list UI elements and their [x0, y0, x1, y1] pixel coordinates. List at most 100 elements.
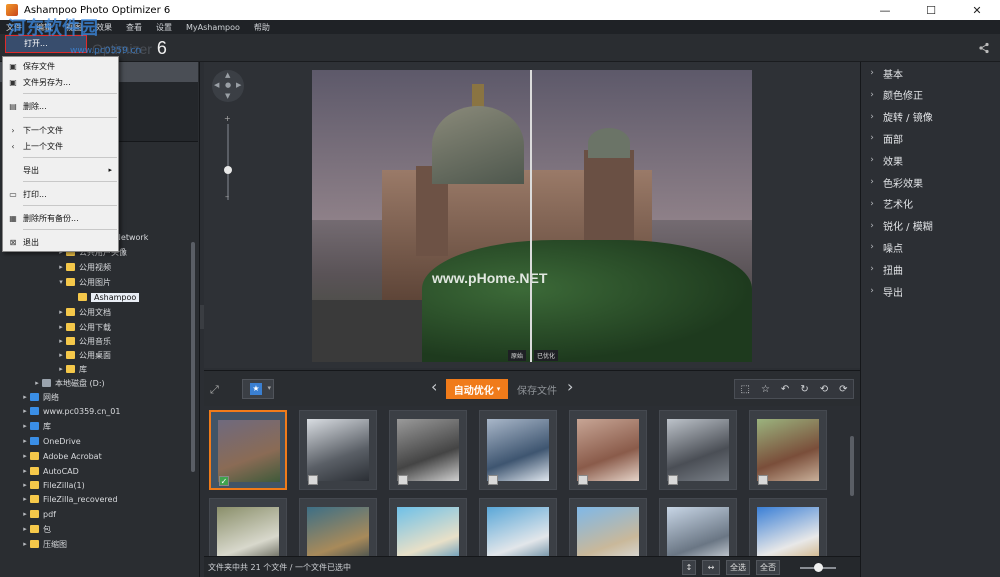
next-image-button[interactable]: › — [567, 377, 573, 396]
open-file-item[interactable]: 打开... — [24, 38, 48, 49]
pan-left-icon[interactable]: ◀ — [214, 81, 219, 89]
rotate-left-icon[interactable]: ⟲ — [820, 384, 828, 395]
menu-myashampoo[interactable]: MyAshampoo — [186, 23, 240, 32]
previous-image-button[interactable]: ‹ — [431, 377, 437, 396]
expand-arrow-icon[interactable]: ▸ — [56, 351, 66, 359]
compare-split-handle[interactable] — [530, 70, 532, 362]
pan-down-icon[interactable]: ▼ — [225, 92, 230, 100]
thumbnail[interactable] — [389, 410, 467, 490]
zoom-out-icon[interactable]: – — [225, 192, 229, 201]
pan-center-icon[interactable]: ● — [225, 81, 231, 89]
adjustment-section[interactable]: › 颜色修正 — [861, 87, 1000, 103]
tree-item[interactable]: ▸ OneDrive — [20, 434, 80, 448]
tree-item[interactable]: ▸ 公用音乐 — [56, 334, 111, 348]
pan-control[interactable]: ▲ ▼ ◀ ▶ ● — [212, 70, 244, 102]
thumbnail[interactable] — [569, 410, 647, 490]
minimize-button[interactable]: — — [862, 0, 908, 20]
expand-arrow-icon[interactable]: ▾ — [56, 278, 66, 286]
tree-item[interactable]: ▸ FileZilla(1) — [20, 478, 85, 492]
thumbnail[interactable] — [749, 498, 827, 556]
thumbnail[interactable] — [659, 498, 737, 556]
expand-arrow-icon[interactable]: ▸ — [56, 323, 66, 331]
select-all-button[interactable]: 全选 — [726, 560, 750, 575]
thumbnail-checkbox[interactable] — [398, 475, 408, 485]
file-menu-item[interactable]: ▭ 打印... — [3, 187, 118, 201]
pan-up-icon[interactable]: ▲ — [225, 71, 230, 79]
adjustment-section[interactable]: › 面部 — [861, 130, 1000, 146]
menu-settings[interactable]: 设置 — [156, 22, 172, 33]
adjustment-section[interactable]: › 旋转 / 镜像 — [861, 109, 1000, 125]
file-menu-item[interactable]: › 下一个文件 — [3, 123, 118, 137]
expand-arrow-icon[interactable]: ▸ — [56, 365, 66, 373]
tree-item[interactable]: ▸ 公用文档 — [56, 305, 111, 319]
select-none-button[interactable]: 全否 — [756, 560, 780, 575]
menu-effects[interactable]: 效果 — [96, 22, 112, 33]
tree-item[interactable]: ▸ 公用桌面 — [56, 348, 111, 362]
expand-arrow-icon[interactable]: ▸ — [56, 263, 66, 271]
zoom-in-icon[interactable]: + — [224, 114, 231, 123]
thumbnail[interactable] — [209, 498, 287, 556]
expand-arrow-icon[interactable]: ▸ — [20, 510, 30, 518]
tree-item[interactable]: Ashampoo — [68, 290, 140, 304]
adjustment-section[interactable]: › 基本 — [861, 65, 1000, 81]
crop-icon[interactable]: ⬚ — [741, 384, 750, 395]
pan-right-icon[interactable]: ▶ — [236, 81, 241, 89]
thumbnail[interactable] — [299, 498, 377, 556]
adjustment-section[interactable]: › 效果 — [861, 152, 1000, 168]
tree-item[interactable]: ▸ 本地磁盘 (D:) — [32, 376, 104, 390]
rate-star-icon[interactable]: ☆ — [761, 384, 770, 395]
expand-arrow-icon[interactable]: ▸ — [20, 495, 30, 503]
maximize-button[interactable]: ☐ — [908, 0, 954, 20]
redo-icon[interactable]: ↻ — [800, 384, 808, 395]
expand-arrow-icon[interactable]: ▸ — [20, 467, 30, 475]
expand-arrow-icon[interactable]: ▸ — [56, 308, 66, 316]
adjustment-section[interactable]: › 噪点 — [861, 239, 1000, 255]
thumbnail[interactable] — [479, 410, 557, 490]
auto-optimize-button[interactable]: 自动优化 ▾ — [446, 379, 508, 399]
sort-icon[interactable]: ↕ — [682, 560, 696, 575]
menu-help[interactable]: 帮助 — [254, 22, 270, 33]
file-menu-item[interactable]: ▣ 文件另存为... — [3, 75, 118, 89]
thumbnail-checkbox[interactable]: ✓ — [219, 476, 229, 486]
thumbnail[interactable] — [659, 410, 737, 490]
tree-item[interactable]: ▸ FileZilla_recovered — [20, 492, 117, 506]
adjustment-section[interactable]: › 艺术化 — [861, 196, 1000, 212]
file-menu-item[interactable]: ▦ 删除所有备份... — [3, 211, 118, 225]
rating-filter-button[interactable]: ★ ▾ — [242, 379, 274, 399]
zoom-slider-knob[interactable] — [224, 166, 232, 174]
thumbnail-checkbox[interactable] — [578, 475, 588, 485]
tree-item[interactable]: ▸ 网络 — [20, 390, 59, 404]
expand-arrow-icon[interactable]: ▸ — [32, 379, 42, 387]
thumbnail[interactable] — [749, 410, 827, 490]
expand-arrow-icon[interactable]: ▸ — [20, 437, 30, 445]
rotate-right-icon[interactable]: ⟳ — [839, 384, 847, 395]
tree-item[interactable]: ▸ AutoCAD — [20, 464, 79, 478]
share-icon[interactable] — [978, 42, 990, 54]
zoom-slider[interactable] — [227, 124, 229, 200]
tree-item[interactable]: ▾ 公用图片 — [56, 275, 111, 289]
close-button[interactable]: ✕ — [954, 0, 1000, 20]
adjustment-section[interactable]: › 锐化 / 模糊 — [861, 218, 1000, 234]
thumbnail-checkbox[interactable] — [488, 475, 498, 485]
expand-arrow-icon[interactable]: ▸ — [20, 452, 30, 460]
fit-icon[interactable]: ↔ — [702, 560, 720, 575]
thumbnail-checkbox[interactable] — [308, 475, 318, 485]
tree-item[interactable]: ▸ 压缩图 — [20, 537, 67, 551]
menu-look[interactable]: 查看 — [126, 22, 142, 33]
main-photo[interactable]: www.pHome.NET 原始 已优化 — [312, 70, 752, 362]
undo-icon[interactable]: ↶ — [781, 384, 789, 395]
tree-item[interactable]: ▸ www.pc0359.cn_01 — [20, 404, 120, 418]
adjustment-section[interactable]: › 色彩效果 — [861, 174, 1000, 190]
tree-item[interactable]: ▸ Adobe Acrobat — [20, 449, 101, 463]
thumbnail-checkbox[interactable] — [668, 475, 678, 485]
expand-arrow-icon[interactable]: ▸ — [20, 540, 30, 548]
thumbnail-checkbox[interactable] — [758, 475, 768, 485]
file-menu-item[interactable]: ‹ 上一个文件 — [3, 139, 118, 153]
tree-item[interactable]: ▸ 公用视频 — [56, 260, 111, 274]
thumbnail[interactable] — [299, 410, 377, 490]
expand-icon[interactable]: ⤢ — [210, 383, 219, 397]
tree-item[interactable]: ▸ 包 — [20, 522, 51, 536]
adjustment-section[interactable]: › 扭曲 — [861, 261, 1000, 277]
tree-item[interactable]: ▸ 库 — [56, 362, 87, 376]
thumbnail-scrollbar[interactable] — [850, 436, 854, 496]
